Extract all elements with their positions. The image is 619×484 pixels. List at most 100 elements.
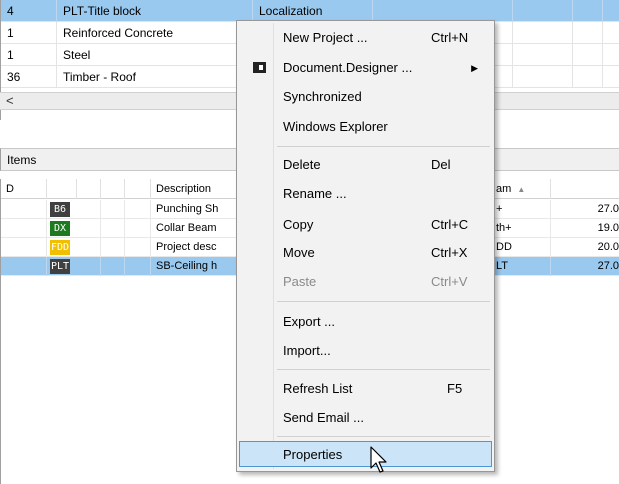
value-cell: 19.0 — [551, 219, 619, 238]
team-cell: + — [491, 200, 551, 219]
count-cell: 1 — [1, 44, 57, 66]
menu-item-windows-explorer[interactable]: Windows Explorer — [239, 114, 492, 140]
menu-item-properties[interactable]: Properties — [239, 441, 492, 467]
value-cell: 27.0 — [551, 200, 619, 219]
menu-item-label: Send Email ... — [283, 410, 364, 425]
menu-item-refresh-list[interactable]: Refresh List F5 — [239, 376, 492, 402]
menu-item-send-email[interactable]: Send Email ... — [239, 405, 492, 431]
empty-cell — [101, 257, 125, 276]
column-header[interactable] — [101, 179, 125, 199]
menu-item-shortcut: Ctrl+N — [431, 30, 469, 45]
name-cell: Timber - Roof — [57, 66, 253, 88]
empty-cell — [513, 44, 573, 66]
menu-item-shortcut: Ctrl+V — [431, 274, 468, 289]
empty-cell — [573, 66, 603, 88]
menu-separator — [277, 146, 490, 147]
name-cell: Steel — [57, 44, 253, 66]
empty-cell — [101, 219, 125, 238]
item-type-badge: PLT — [50, 259, 70, 274]
empty-cell — [125, 257, 151, 276]
menu-item-shortcut: Ctrl+X — [431, 245, 468, 260]
item-type-badge: DX — [50, 221, 70, 236]
menu-item-label: Move — [283, 245, 315, 260]
menu-item-label: Paste — [283, 274, 317, 289]
top-grid-row[interactable]: 4 PLT-Title block Localization — [1, 0, 619, 22]
menu-item-shortcut: F5 — [447, 381, 463, 396]
column-header-team-label: am — [496, 183, 512, 195]
empty-cell — [77, 238, 101, 257]
team-cell: DD — [491, 238, 551, 257]
d-cell — [1, 200, 47, 219]
column-header[interactable] — [77, 179, 101, 199]
count-cell: 36 — [1, 66, 57, 88]
submenu-arrow-icon: ▶ — [471, 63, 478, 73]
menu-item-rename[interactable]: Rename ... — [239, 181, 492, 207]
d-cell — [1, 257, 47, 276]
menu-item-delete[interactable]: Delete Del — [239, 152, 492, 178]
empty-cell — [513, 22, 573, 44]
name-cell: Reinforced Concrete — [57, 22, 253, 44]
menu-item-new-project[interactable]: New Project ... Ctrl+N — [239, 25, 492, 51]
empty-cell — [573, 44, 603, 66]
column-header[interactable] — [551, 179, 619, 199]
column-header-d[interactable]: D — [1, 179, 47, 199]
sort-ascending-icon: ▲ — [517, 185, 526, 194]
menu-item-label: Delete — [283, 157, 321, 172]
empty-cell — [513, 0, 573, 22]
menu-item-import[interactable]: Import... — [239, 338, 492, 364]
count-cell: 1 — [1, 22, 57, 44]
items-panel-title: Items — [7, 153, 37, 167]
empty-cell — [125, 200, 151, 219]
empty-cell — [573, 22, 603, 44]
d-cell — [1, 219, 47, 238]
extra-cell: Localization — [253, 0, 373, 22]
empty-cell — [373, 0, 513, 22]
item-type-badge: FDD — [50, 240, 70, 255]
empty-cell — [77, 257, 101, 276]
d-cell — [1, 238, 47, 257]
empty-cell — [101, 238, 125, 257]
menu-item-synchronized[interactable]: Synchronized — [239, 84, 492, 110]
document-designer-icon — [253, 62, 266, 73]
menu-item-label: Document.Designer ... — [283, 60, 413, 75]
menu-separator — [277, 369, 490, 370]
count-cell: 4 — [1, 0, 57, 22]
column-header[interactable] — [125, 179, 151, 199]
menu-item-export[interactable]: Export ... — [239, 309, 492, 335]
menu-separator — [277, 436, 490, 437]
value-cell: 20.0 — [551, 238, 619, 257]
value-cell: 27.0 — [551, 257, 619, 276]
menu-item-label: Import... — [283, 343, 331, 358]
menu-item-label: Export ... — [283, 314, 336, 329]
name-cell: PLT-Title block — [57, 0, 253, 22]
empty-cell — [573, 0, 603, 22]
menu-item-move[interactable]: Move Ctrl+X — [239, 240, 492, 266]
team-cell: LT — [491, 257, 551, 276]
empty-cell — [513, 66, 573, 88]
column-header-team[interactable]: am ▲ — [491, 179, 551, 199]
empty-cell — [77, 219, 101, 238]
menu-item-label: Copy — [283, 217, 314, 232]
empty-cell — [77, 200, 101, 219]
menu-item-shortcut: Del — [431, 157, 451, 172]
menu-item-copy[interactable]: Copy Ctrl+C — [239, 212, 492, 238]
menu-item-label: New Project ... — [283, 30, 368, 45]
menu-item-label: Refresh List — [283, 381, 353, 396]
column-header[interactable] — [47, 179, 77, 199]
empty-cell — [125, 219, 151, 238]
menu-item-document-designer[interactable]: Document.Designer ... ▶ — [239, 55, 492, 81]
context-menu: New Project ... Ctrl+N Document.Designer… — [236, 20, 495, 472]
empty-cell — [125, 238, 151, 257]
team-cell: th+ — [491, 219, 551, 238]
menu-item-label: Rename ... — [283, 186, 347, 201]
menu-item-label: Windows Explorer — [283, 119, 388, 134]
item-type-badge: B6 — [50, 202, 70, 217]
menu-item-paste[interactable]: Paste Ctrl+V — [239, 269, 492, 295]
menu-item-shortcut: Ctrl+C — [431, 217, 469, 232]
empty-cell — [101, 200, 125, 219]
menu-item-label: Properties — [283, 447, 343, 462]
menu-item-label: Synchronized — [283, 89, 362, 104]
scroll-left-icon[interactable]: < — [6, 93, 14, 109]
menu-separator — [277, 301, 490, 302]
mouse-cursor-icon — [370, 446, 387, 473]
